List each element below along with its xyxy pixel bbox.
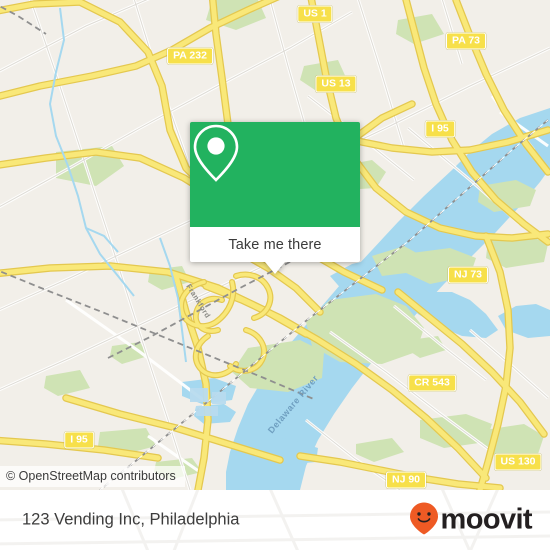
road-shield: NJ 90 [385, 471, 427, 489]
take-me-there-button[interactable]: Take me there [190, 227, 360, 262]
footer-bar: 123 Vending Inc, Philadelphia moovit [0, 490, 550, 550]
map-page: Frankford Delaware River US 1 PA 232 PA … [0, 0, 550, 550]
road-shield: PA 73 [445, 32, 487, 50]
popup-pointer [265, 262, 285, 274]
map-canvas[interactable]: Frankford Delaware River US 1 PA 232 PA … [0, 0, 550, 490]
road-shield: US 13 [315, 75, 357, 93]
road-shield: I 95 [425, 120, 455, 138]
page-title: 123 Vending Inc, Philadelphia [22, 510, 240, 529]
road-shield: US 130 [494, 453, 542, 471]
road-shield: CR 543 [408, 374, 456, 392]
popup-header [190, 122, 360, 227]
road-shield: NJ 73 [447, 266, 489, 284]
location-popup[interactable]: Take me there [190, 122, 360, 274]
moovit-logo[interactable]: moovit [409, 502, 533, 536]
road-shield: PA 232 [167, 47, 213, 65]
moovit-pin-smile-icon [409, 502, 438, 535]
map-pin-icon [193, 124, 239, 182]
moovit-wordmark: moovit [440, 503, 533, 536]
map-attribution[interactable]: © OpenStreetMap contributors [0, 466, 185, 487]
road-shield: US 1 [297, 5, 333, 23]
road-shield: I 95 [64, 431, 94, 449]
